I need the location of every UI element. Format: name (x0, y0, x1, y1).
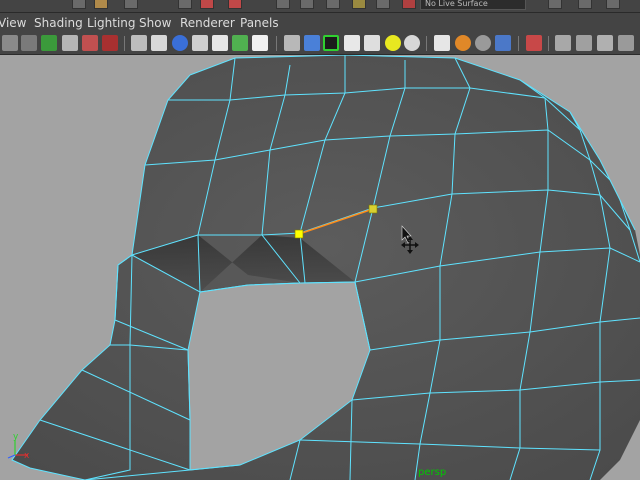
ipr-render-icon[interactable] (606, 0, 620, 9)
menu-view[interactable]: View (0, 16, 26, 30)
perspective-viewport[interactable] (0, 55, 640, 480)
scale-icon[interactable] (102, 35, 118, 51)
isolate-select-icon[interactable] (495, 35, 511, 51)
axis-label-x: x (24, 451, 30, 461)
selected-vertex[interactable] (294, 229, 304, 239)
history-icon[interactable] (402, 0, 416, 9)
lasso-icon[interactable] (21, 35, 37, 51)
camera-name-label: persp (418, 467, 447, 478)
rotate-icon[interactable] (82, 35, 98, 51)
use-all-lights-icon[interactable] (385, 35, 401, 51)
render-frame-icon[interactable] (578, 0, 592, 9)
shadows-icon[interactable] (404, 35, 420, 51)
make-live-icon[interactable] (376, 0, 390, 9)
menu-shading[interactable]: Shading (34, 16, 83, 30)
live-surface-field[interactable]: No Live Surface (420, 0, 526, 10)
panel-menu-bar: View Shading Lighting Show Renderer Pane… (0, 13, 640, 33)
wireframe-icon[interactable] (284, 35, 300, 51)
select-camera-icon[interactable] (526, 35, 542, 51)
shaded-wireframe-icon[interactable] (323, 35, 339, 51)
select-by-component-icon[interactable] (228, 0, 242, 9)
frame-all-icon[interactable] (555, 35, 571, 51)
frame-selected-icon[interactable] (576, 35, 592, 51)
move-icon[interactable] (62, 35, 78, 51)
menu-renderer[interactable]: Renderer (180, 16, 235, 30)
film-gate-icon[interactable] (212, 35, 228, 51)
textured-icon[interactable] (252, 35, 268, 51)
panel-layout-icon[interactable] (618, 35, 634, 51)
menu-panels[interactable]: Panels (240, 16, 279, 30)
render-view-icon[interactable] (548, 0, 562, 9)
grid-icon[interactable] (192, 35, 208, 51)
snap-point-icon[interactable] (326, 0, 340, 9)
axis-label-y: y (13, 432, 19, 442)
open-scene-icon[interactable] (94, 0, 108, 9)
xray-icon[interactable] (434, 35, 450, 51)
camera-attributes-icon[interactable] (131, 35, 147, 51)
selected-vertex[interactable] (368, 204, 378, 214)
image-plane-icon[interactable] (151, 35, 167, 51)
panel-toolbar (0, 33, 640, 55)
menu-show[interactable]: Show (139, 16, 171, 30)
bookmark-icon[interactable] (172, 35, 188, 51)
new-scene-icon[interactable] (72, 0, 86, 9)
xray-joints-icon[interactable] (455, 35, 471, 51)
select-by-hierarchy-icon[interactable] (178, 0, 192, 9)
xray-components-icon[interactable] (475, 35, 491, 51)
two-side-lighting-icon[interactable] (597, 35, 613, 51)
select-tool-icon[interactable] (2, 35, 18, 51)
smooth-shade-icon[interactable] (304, 35, 320, 51)
snap-view-plane-icon[interactable] (352, 0, 366, 9)
paint-select-icon[interactable] (41, 35, 57, 51)
resolution-gate-icon[interactable] (232, 35, 248, 51)
menu-lighting[interactable]: Lighting (87, 16, 136, 30)
snap-grid-icon[interactable] (276, 0, 290, 9)
snap-curve-icon[interactable] (300, 0, 314, 9)
default-material-icon[interactable] (344, 35, 360, 51)
checker-icon[interactable] (364, 35, 380, 51)
top-shelf: No Live Surface (0, 0, 640, 13)
select-by-object-icon[interactable] (200, 0, 214, 9)
save-scene-icon[interactable] (124, 0, 138, 9)
